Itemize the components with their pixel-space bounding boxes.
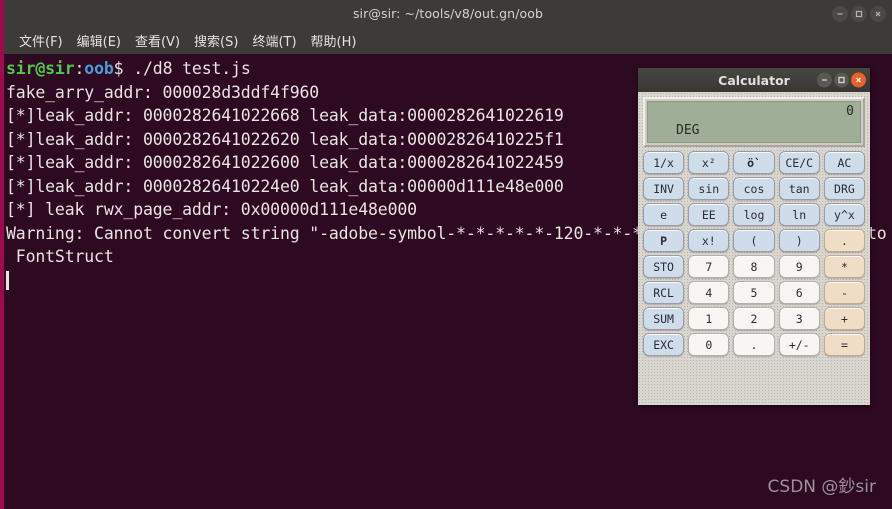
terminal-titlebar[interactable]: sir@sir: ~/tools/v8/out.gn/oob <box>4 0 892 27</box>
calculator-maximize-icon[interactable] <box>834 72 849 88</box>
calculator-close-icon[interactable] <box>851 72 866 88</box>
calculator-display-value: 0 <box>846 104 854 119</box>
calc-button-square[interactable]: x² <box>688 151 730 174</box>
calc-button-ln[interactable]: ln <box>778 203 820 226</box>
menu-item-file[interactable]: 文件(F) <box>12 29 70 52</box>
menu-item-search[interactable]: 搜索(S) <box>187 29 245 52</box>
calculator-window: Calculator 0 DEG 1/x x² ö` CE/C AC INV s… <box>638 68 870 405</box>
calc-button-0[interactable]: 0 <box>688 333 730 356</box>
calc-button-decimal[interactable]: . <box>733 333 775 356</box>
prompt-user-host: sir@sir <box>6 59 75 78</box>
calculator-display-frame: 0 DEG <box>643 97 865 147</box>
calculator-row: RCL 4 5 6 - <box>643 281 866 304</box>
calculator-display: 0 DEG <box>647 101 861 143</box>
terminal-window-controls <box>832 5 886 22</box>
calc-button-exc[interactable]: EXC <box>643 333 685 356</box>
calculator-title: Calculator <box>718 72 790 88</box>
calc-button-sign-toggle[interactable]: +/- <box>778 333 820 356</box>
calculator-row: SUM 1 2 3 + <box>643 307 866 330</box>
calc-button-inv[interactable]: INV <box>643 177 685 200</box>
calculator-row: 1/x x² ö` CE/C AC <box>643 151 866 174</box>
menu-item-view[interactable]: 查看(V) <box>128 29 187 52</box>
calc-button-rcl[interactable]: RCL <box>643 281 685 304</box>
calc-button-log[interactable]: log <box>733 203 775 226</box>
calc-button-tan[interactable]: tan <box>778 177 820 200</box>
calc-button-sto[interactable]: STO <box>643 255 685 278</box>
calculator-row: e EE log ln y^x <box>643 203 866 226</box>
calculator-row: P x! ( ) . <box>643 229 866 252</box>
calc-button-factorial[interactable]: x! <box>688 229 730 252</box>
calculator-window-controls <box>817 72 866 88</box>
calc-button-drg[interactable]: DRG <box>823 177 866 200</box>
calculator-display-mode: DEG <box>676 123 700 138</box>
calc-button-ee[interactable]: EE <box>688 203 730 226</box>
calc-button-2[interactable]: 2 <box>733 307 775 330</box>
calc-button-paren-close[interactable]: ) <box>778 229 820 252</box>
prompt-directory: oob <box>84 59 114 78</box>
calc-button-sqrt[interactable]: ö` <box>733 151 775 174</box>
close-icon[interactable] <box>870 5 886 22</box>
calc-button-3[interactable]: 3 <box>778 307 820 330</box>
calc-button-9[interactable]: 9 <box>778 255 820 278</box>
calc-button-power[interactable]: y^x <box>823 203 866 226</box>
calc-button-ce-c[interactable]: CE/C <box>778 151 820 174</box>
calc-button-8[interactable]: 8 <box>733 255 775 278</box>
terminal-title: sir@sir: ~/tools/v8/out.gn/oob <box>352 6 544 21</box>
calculator-titlebar[interactable]: Calculator <box>638 68 870 92</box>
calc-button-1[interactable]: 1 <box>688 307 730 330</box>
calculator-body: 0 DEG 1/x x² ö` CE/C AC INV sin cos tan … <box>638 92 870 405</box>
maximize-icon[interactable] <box>851 5 867 22</box>
calculator-row: STO 7 8 9 * <box>643 255 866 278</box>
menu-item-terminal[interactable]: 终端(T) <box>245 29 303 52</box>
calc-button-sum[interactable]: SUM <box>643 307 685 330</box>
terminal-menubar: 文件(F) 编辑(E) 查看(V) 搜索(S) 终端(T) 帮助(H) <box>4 27 892 54</box>
menu-item-help[interactable]: 帮助(H) <box>304 29 364 52</box>
watermark-text: CSDN @鈔sir <box>767 477 876 497</box>
calculator-row: EXC 0 . +/- = <box>643 333 866 356</box>
calc-button-equals[interactable]: = <box>823 333 866 356</box>
calc-button-add[interactable]: + <box>823 307 866 330</box>
calc-button-6[interactable]: 6 <box>778 281 820 304</box>
calculator-row: INV sin cos tan DRG <box>643 177 866 200</box>
calc-button-pi[interactable]: P <box>643 229 685 252</box>
calc-button-multiply[interactable]: * <box>823 255 866 278</box>
calc-button-paren-open[interactable]: ( <box>733 229 775 252</box>
calc-button-5[interactable]: 5 <box>733 281 775 304</box>
calc-button-4[interactable]: 4 <box>688 281 730 304</box>
calc-button-7[interactable]: 7 <box>688 255 730 278</box>
prompt-colon: : <box>74 59 85 78</box>
calc-button-comma[interactable]: . <box>823 229 866 252</box>
prompt-command: $ ./d8 test.js <box>113 59 251 78</box>
calc-button-ac[interactable]: AC <box>823 151 866 174</box>
calc-button-cos[interactable]: cos <box>733 177 775 200</box>
calculator-minimize-icon[interactable] <box>817 72 832 88</box>
calc-button-e[interactable]: e <box>643 203 685 226</box>
calc-button-subtract[interactable]: - <box>823 281 866 304</box>
minimize-icon[interactable] <box>832 5 848 22</box>
calc-button-reciprocal[interactable]: 1/x <box>643 151 685 174</box>
calc-button-sin[interactable]: sin <box>688 177 730 200</box>
terminal-cursor <box>6 270 9 290</box>
menu-item-edit[interactable]: 编辑(E) <box>70 29 128 52</box>
